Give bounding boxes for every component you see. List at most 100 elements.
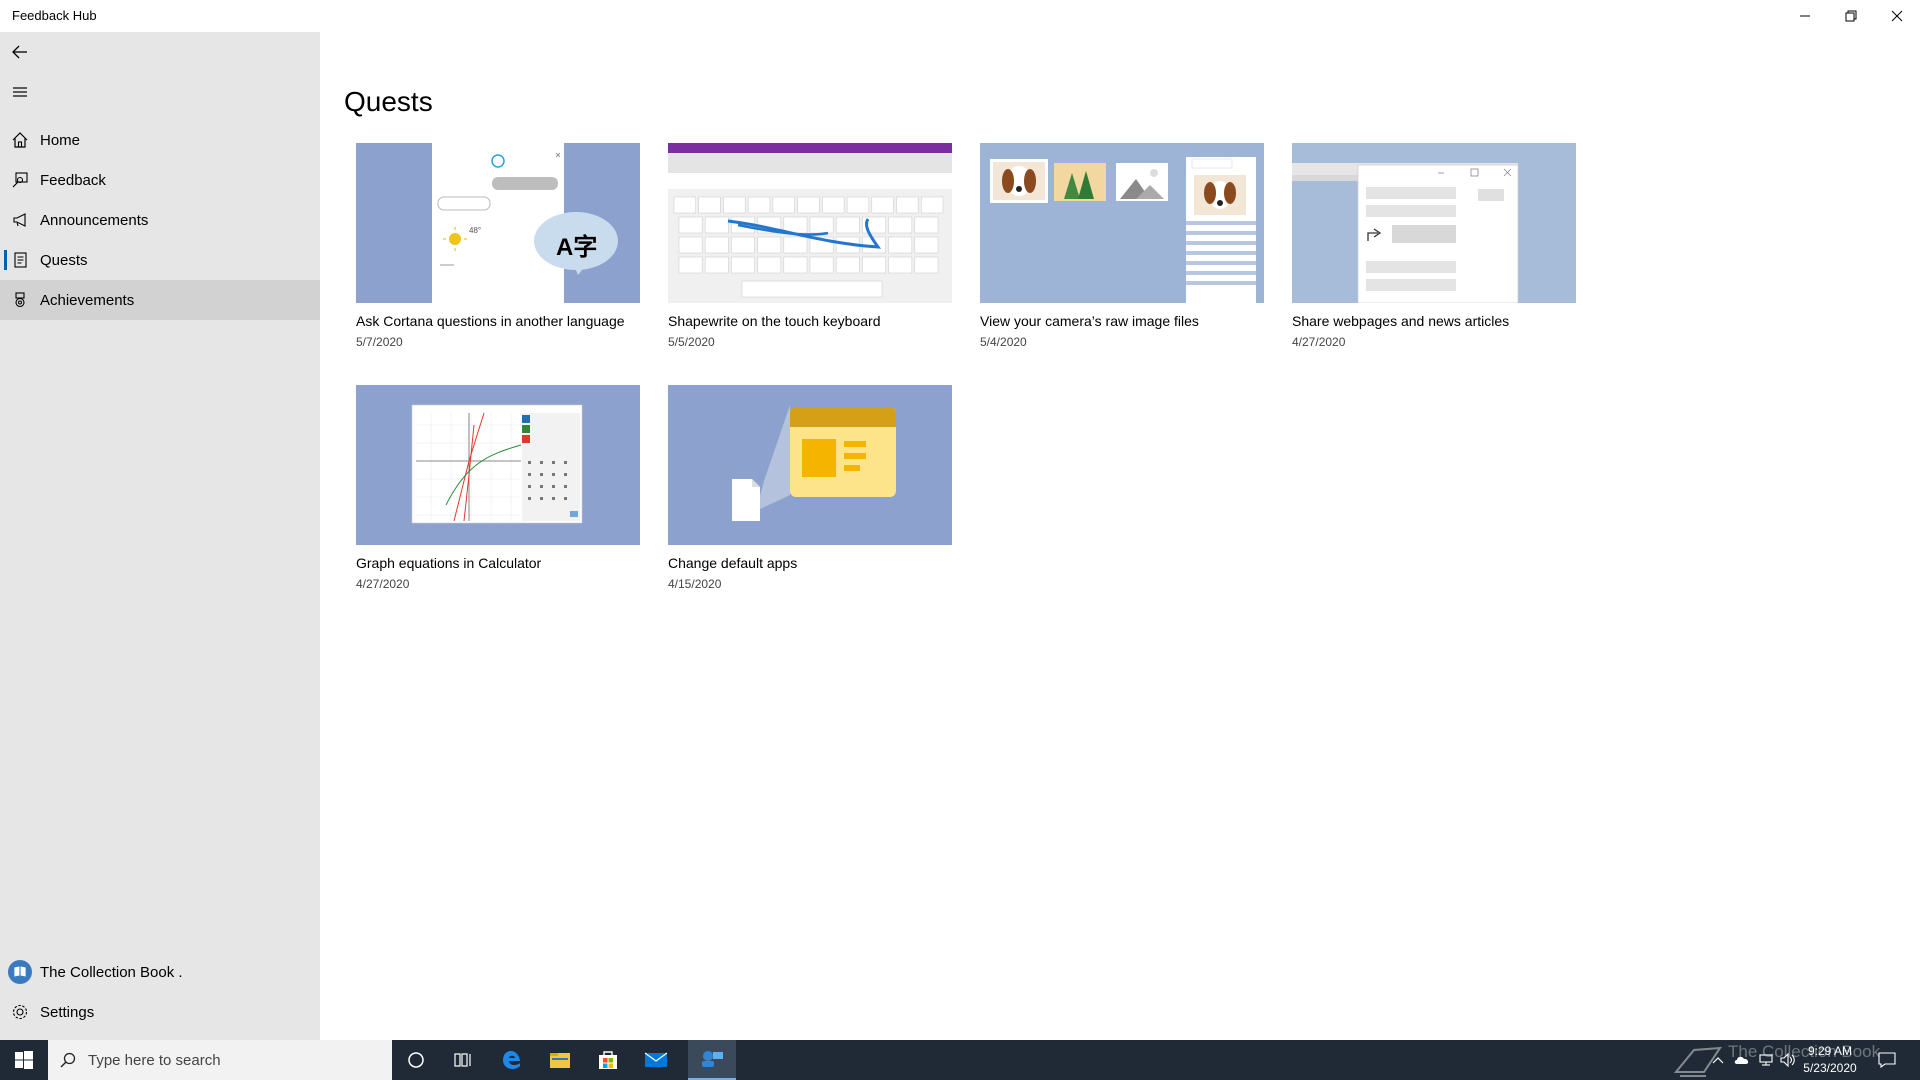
quest-card[interactable]: Graph equations in Calculator 4/27/2020 [356,385,640,605]
cortana-button[interactable] [392,1040,440,1080]
keyboard-key [731,256,755,274]
keyboard-key [797,196,820,214]
quest-date: 5/5/2020 [668,335,715,349]
folder-icon [550,1053,570,1068]
action-center-button[interactable] [1870,1040,1904,1080]
back-button[interactable] [0,32,40,72]
quest-date: 4/27/2020 [356,577,410,591]
close-icon [1891,10,1903,22]
keyboard-key [783,236,808,254]
sidebar-item-label: Home [40,131,81,149]
keyboard-key [678,216,703,234]
keyboard-key [835,256,860,274]
sidebar-item-feedback[interactable]: Feedback [0,160,320,200]
thumb-translate-glyph: A字 [556,234,598,261]
account-avatar-wrap [0,952,40,992]
keyboard-key [673,196,697,214]
quest-card[interactable]: Share webpages and news articles 4/27/20… [1292,143,1576,363]
sidebar-item-achievements[interactable]: Achievements [0,280,320,320]
taskbar: The Collection Book 9:29 AM 5/23/2020 [0,1040,1920,1080]
keyboard-key [809,256,834,274]
keyboard-key [731,236,755,254]
quest-date: 4/15/2020 [668,577,722,591]
taskbar-clock[interactable]: 9:29 AM 5/23/2020 [1790,1043,1870,1077]
keyboard-key [888,216,913,234]
quest-title: Shapewrite on the touch keyboard [668,313,881,329]
keyboard-key [888,236,913,254]
chevron-up-icon [1712,1057,1724,1064]
keyboard-key [704,256,729,274]
quest-date: 5/7/2020 [356,335,403,349]
edge-icon [503,1051,520,1069]
sidebar-item-home[interactable]: Home [0,120,320,160]
tray-chevron-button[interactable] [1706,1040,1730,1080]
keyboard-key [914,256,939,274]
onedrive-button[interactable] [1730,1040,1754,1080]
quest-title: View your camera’s raw image files [980,313,1199,329]
gear-icon [0,992,40,1032]
keyboard-key [822,196,845,214]
task-view-icon [454,1053,471,1067]
taskbar-app-store[interactable] [584,1040,632,1080]
quest-title: Graph equations in Calculator [356,555,542,571]
page-title: Quests [344,86,433,117]
keyboard-key [914,236,939,254]
medal-icon [0,280,40,320]
restore-button[interactable] [1828,0,1874,32]
keyboard-key [914,216,939,234]
quest-card[interactable]: Change default apps 4/15/2020 [668,385,952,605]
keyboard-key [757,256,782,274]
sidebar-item-announcements[interactable]: Announcements [0,200,320,240]
taskbar-app-feedback-hub[interactable] [688,1040,736,1080]
keyboard-key [862,256,886,274]
close-button[interactable] [1874,0,1920,32]
back-arrow-icon [12,45,27,59]
keyboard-key [678,236,703,254]
sidebar-item-quests[interactable]: Quests [0,240,320,280]
minimize-button[interactable] [1782,0,1828,32]
search-icon [48,1040,88,1080]
thumb-temperature: 48° [469,226,482,235]
keyboard-key [921,196,944,214]
task-view-button[interactable] [440,1040,488,1080]
keyboard-key [704,236,729,254]
quest-thumbnail-cortana: 48° A字 [356,143,640,303]
hamburger-icon [13,87,27,97]
notifications-icon [1878,1052,1896,1068]
feedback-icon [0,160,40,200]
quest-title: Ask Cortana questions in another languag… [356,313,625,329]
keyboard-key [772,196,795,214]
quest-card[interactable]: View your camera’s raw image files 5/4/2… [980,143,1264,363]
cortana-circle-icon [408,1052,424,1068]
quest-date: 4/27/2020 [1292,335,1346,349]
taskbar-app-mail[interactable] [632,1040,680,1080]
taskbar-app-file-explorer[interactable] [536,1040,584,1080]
keyboard-key [698,196,721,214]
quest-card[interactable]: Shapewrite on the touch keyboard 5/5/202… [668,143,952,363]
clock-date: 5/23/2020 [1803,1061,1857,1075]
network-icon [1759,1054,1773,1066]
selection-indicator [4,250,7,270]
feedback-hub-icon [702,1051,723,1067]
keyboard-key [809,216,834,234]
store-bag-icon [599,1051,617,1069]
sidebar-item-label: Feedback [40,171,106,189]
taskbar-app-edge[interactable] [488,1040,536,1080]
megaphone-icon [0,200,40,240]
sidebar-item-settings[interactable]: Settings [0,992,320,1032]
account-name: The Collection Book . [40,963,183,981]
search-input[interactable] [88,1051,378,1069]
quest-thumbnail-keyboard [668,143,952,303]
quest-thumbnail-default-apps [668,385,952,545]
quest-card[interactable]: 48° A字 Ask Cortana questions in another … [356,143,640,363]
quest-title: Share webpages and news articles [1292,313,1510,329]
keyboard-key [846,196,870,214]
keyboard-key [723,196,746,214]
sidebar-item-label: Announcements [40,211,149,229]
hamburger-menu-button[interactable] [0,72,40,112]
start-button[interactable] [0,1040,48,1080]
keyboard-key [783,256,808,274]
network-button[interactable] [1754,1040,1778,1080]
taskbar-search-box[interactable] [48,1040,392,1080]
account-button[interactable]: The Collection Book . [0,952,320,992]
